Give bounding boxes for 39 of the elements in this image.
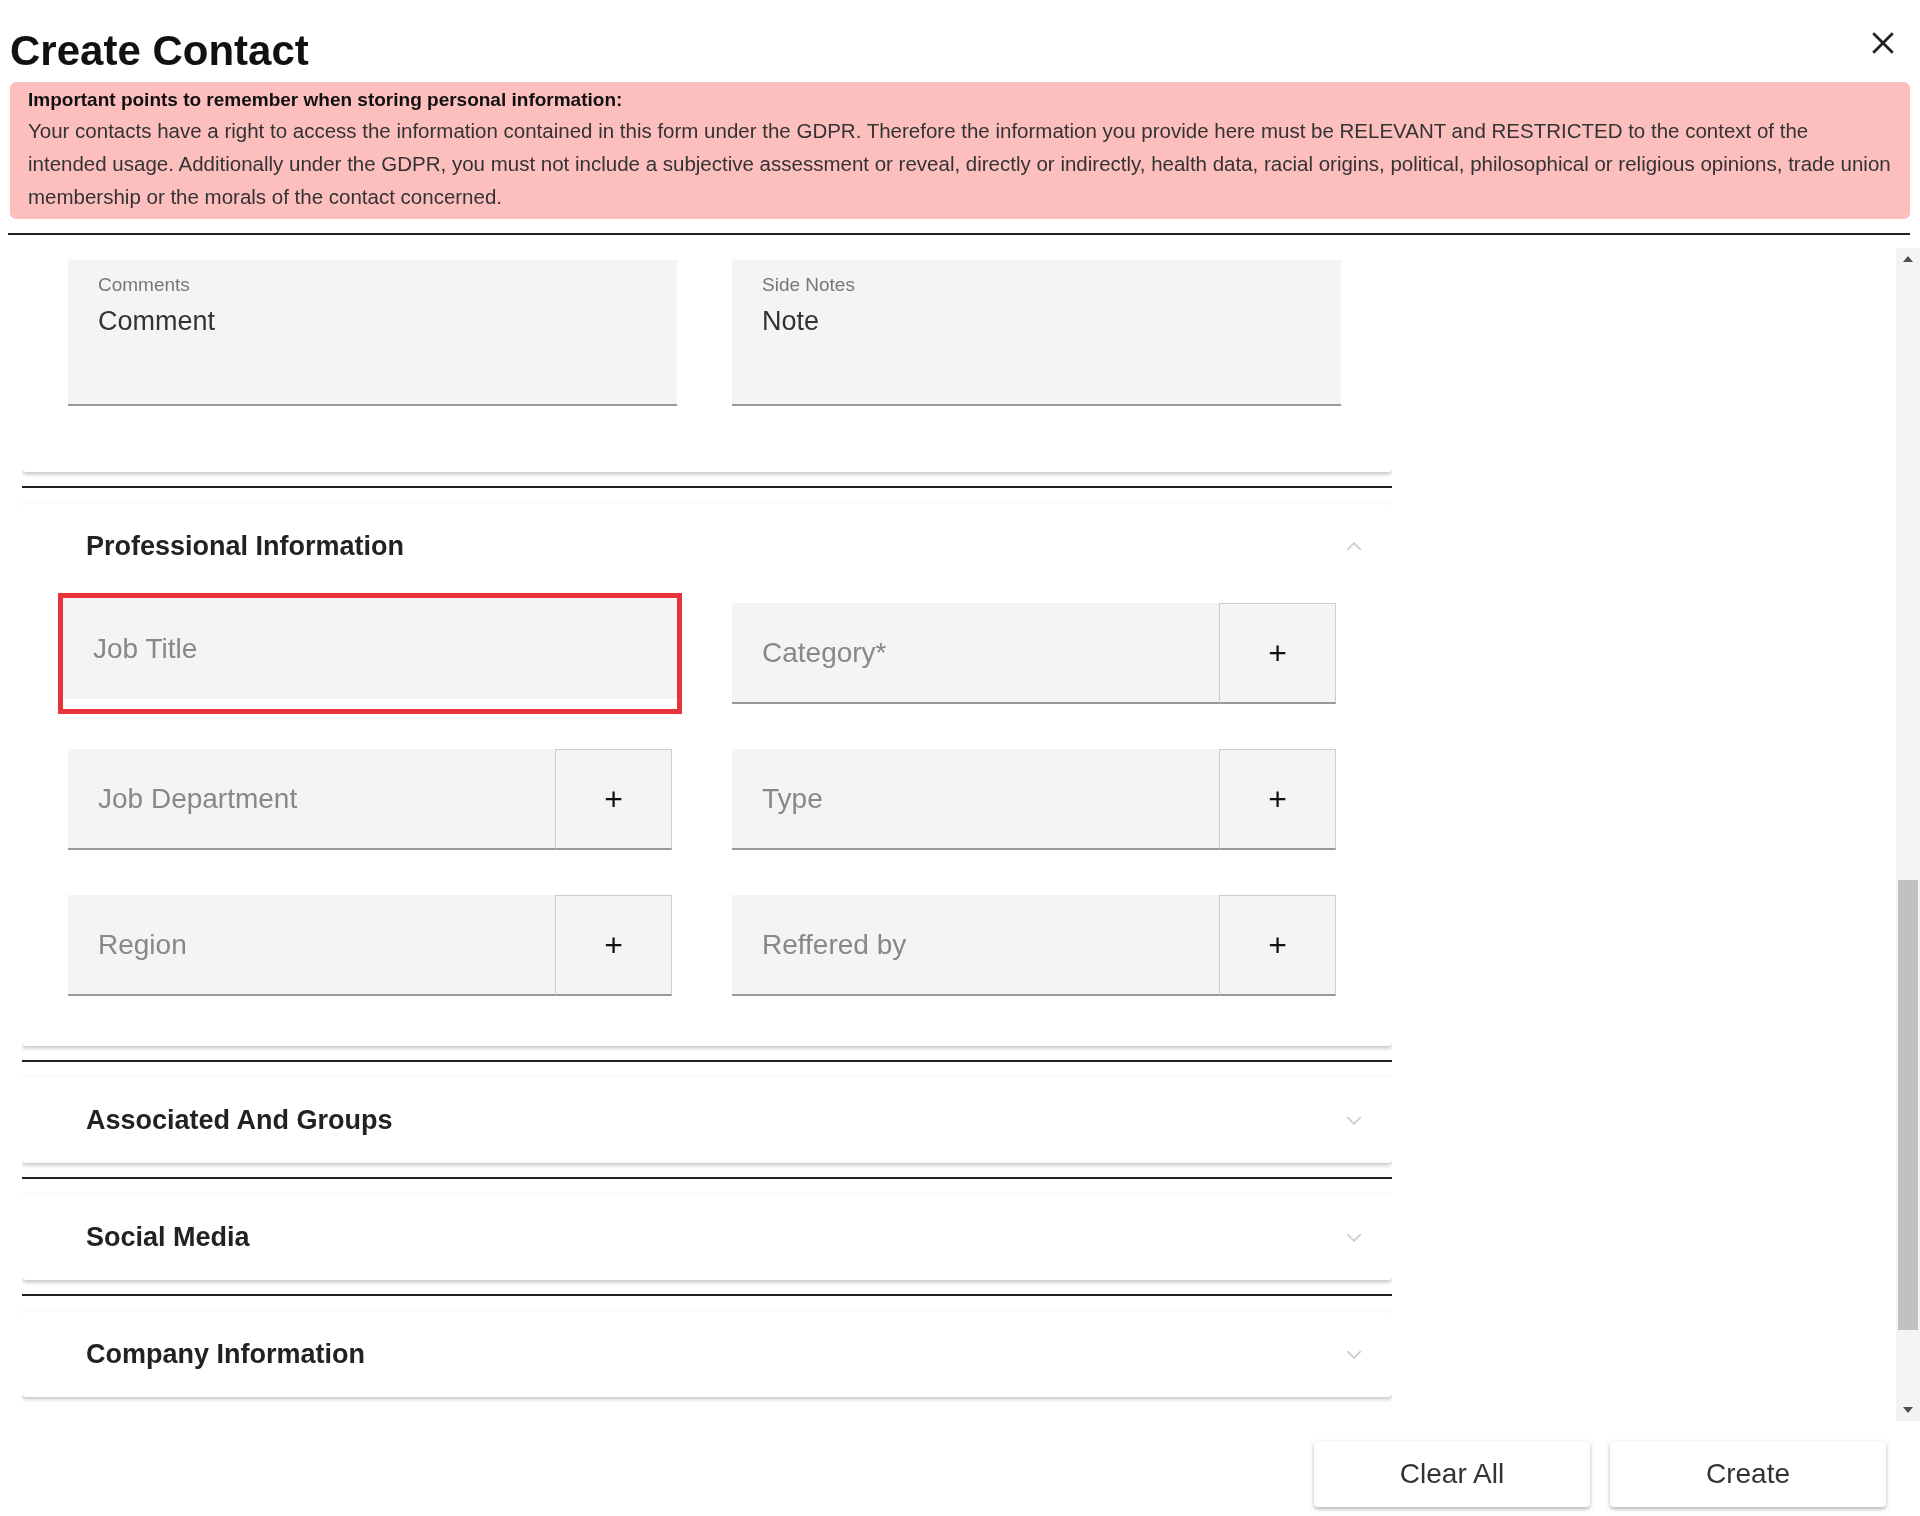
chevron-down-icon[interactable] (1346, 1115, 1362, 1125)
field-value: Comment (98, 306, 217, 337)
input-field[interactable]: Type (732, 749, 1219, 850)
section-title: Social Media (86, 1221, 250, 1253)
field-value: Note (762, 306, 821, 337)
add-button[interactable]: + (1219, 603, 1336, 704)
section-header[interactable]: Professional Information (22, 503, 1392, 589)
notice-text: Your contacts have a right to access the information contained in this form under the GDPR. Therefore the information you provide here must be RELEVANT and RESTRICTED to the context of the intended usage. Additionally under the GDPR, you must not include a subjective assessment or reveal, directly or indirectly, health data, racial origins, political, philosophical or religious opinions, trade union membership or the morals of the contact concerned. (28, 118, 1892, 210)
add-button[interactable]: + (555, 895, 672, 996)
action-button[interactable]: Create (1610, 1441, 1886, 1507)
section-title: Company Information (86, 1338, 365, 1370)
scrollbar[interactable] (1896, 248, 1920, 1421)
section-title: Associated And Groups (86, 1104, 393, 1136)
scroll-up-icon[interactable] (1903, 256, 1913, 262)
field-label: Side Notes (762, 274, 856, 296)
action-button[interactable]: Clear All (1314, 1441, 1590, 1507)
notice-heading: Important points to remember when storing personal information: (28, 88, 624, 112)
input-field[interactable]: Job Title (63, 598, 677, 699)
input-field[interactable]: Region (68, 895, 555, 996)
text-area-field[interactable]: Side Notes Note (732, 260, 1341, 406)
scroll-down-icon[interactable] (1903, 1407, 1913, 1413)
field-label: Comments (98, 274, 191, 296)
chevron-down-icon[interactable] (1346, 1349, 1362, 1359)
add-button[interactable]: + (555, 749, 672, 850)
add-button[interactable]: + (1219, 749, 1336, 850)
section-title: Professional Information (86, 530, 405, 562)
chevron-down-icon[interactable] (1346, 1232, 1362, 1242)
input-field[interactable]: Reffered by (732, 895, 1219, 996)
section-header[interactable]: Company Information (22, 1311, 1392, 1397)
input-field[interactable]: Category* (732, 603, 1219, 704)
section-header[interactable]: Associated And Groups (22, 1077, 1392, 1163)
add-button[interactable]: + (1219, 895, 1336, 996)
dialog-title: Create Contact (10, 27, 309, 75)
text-area-field[interactable]: Comments Comment (68, 260, 677, 406)
section-header[interactable]: Social Media (22, 1194, 1392, 1280)
input-field[interactable]: Job Department (68, 749, 555, 850)
chevron-up-icon[interactable] (1346, 541, 1362, 551)
scrollbar-thumb[interactable] (1898, 880, 1918, 1330)
close-icon[interactable] (1870, 30, 1896, 56)
